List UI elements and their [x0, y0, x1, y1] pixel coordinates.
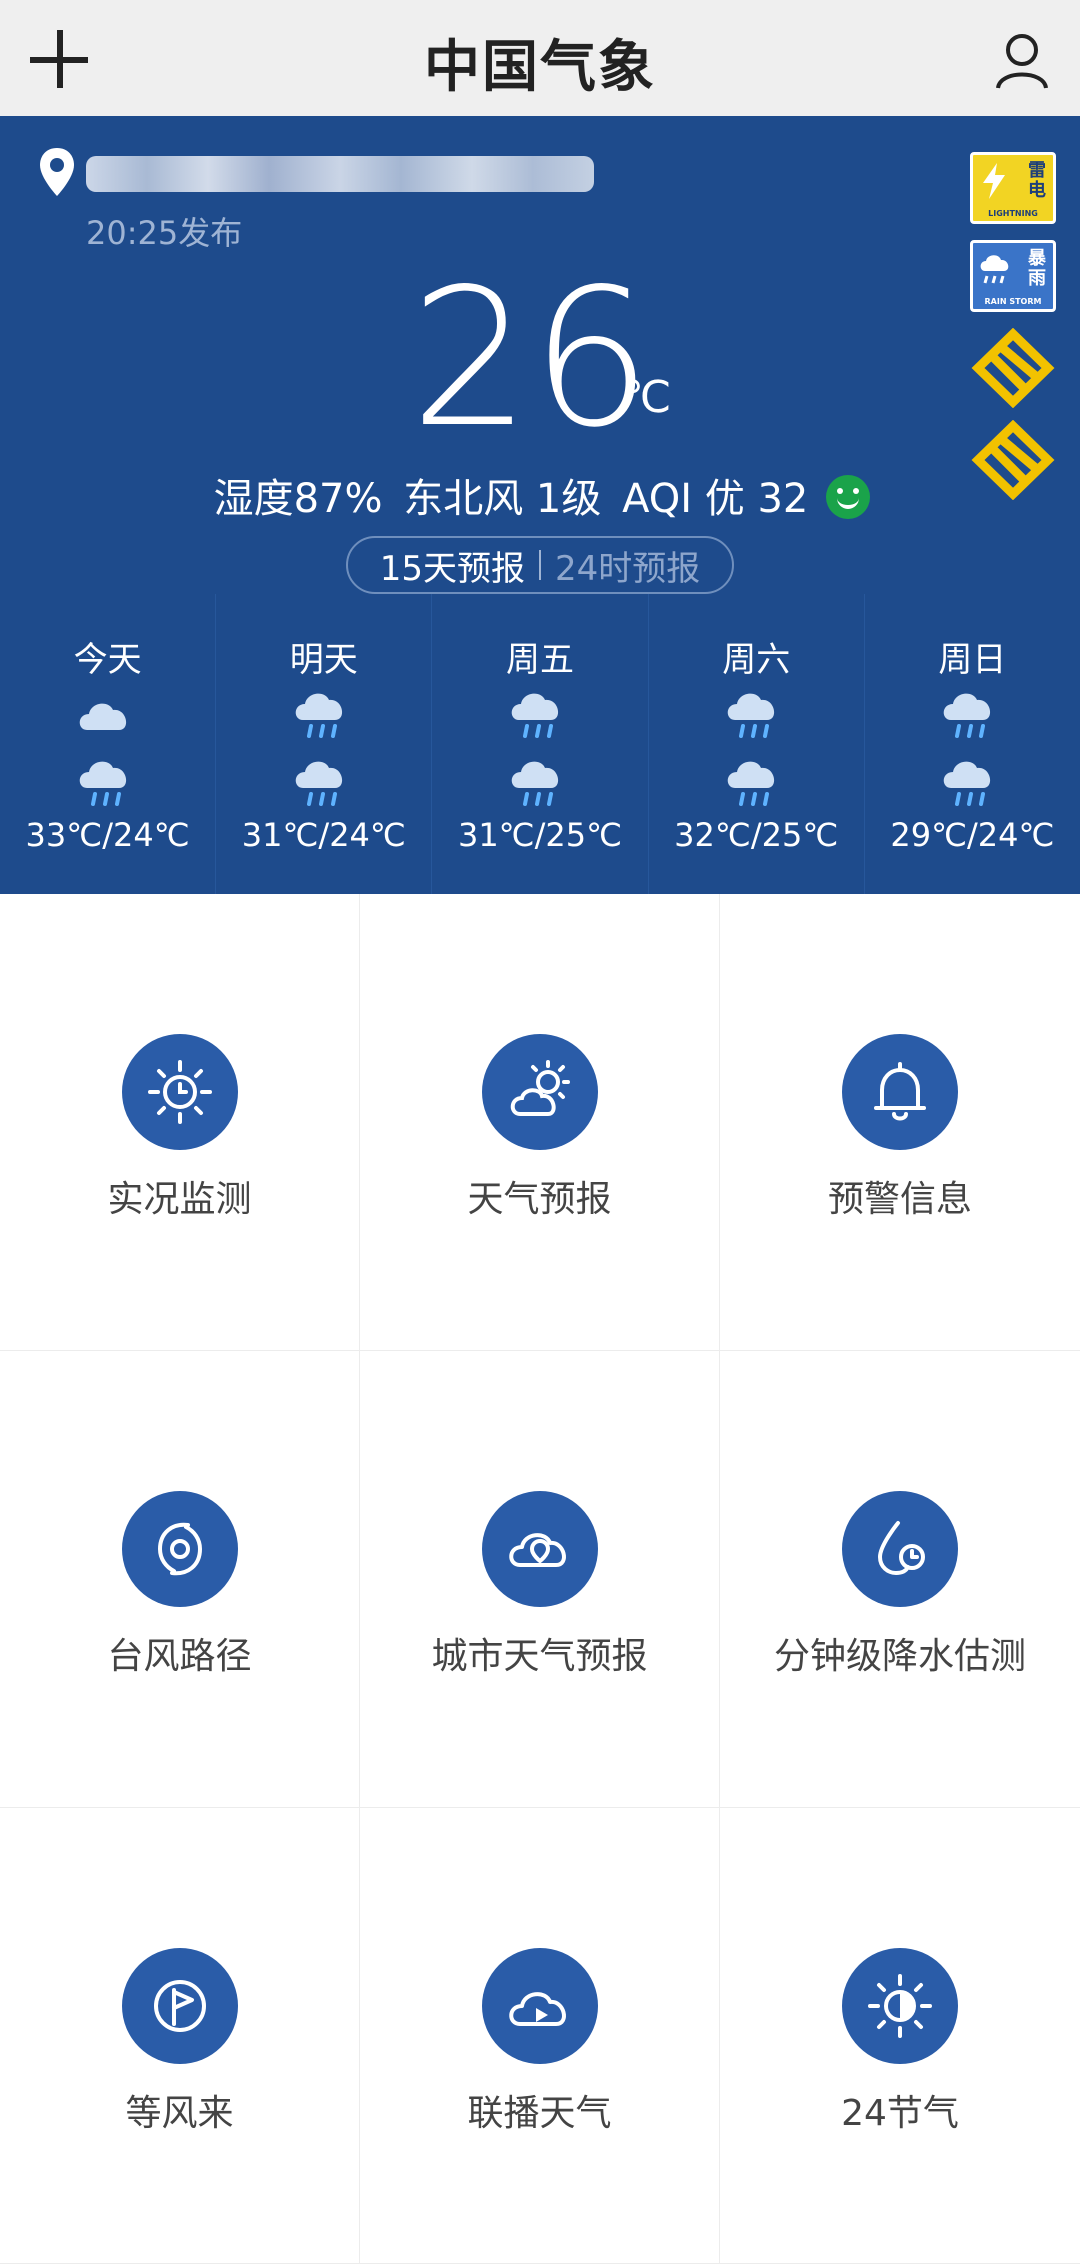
- wind-text: 东北风 1级: [403, 476, 602, 522]
- function-grid: 实况监测 天气预报 预警信息 台风路径 城市天气预报 分钟级降水估测 等风来 联…: [0, 894, 1080, 2264]
- lightning-warning-icon[interactable]: 雷电 LIGHTNING: [970, 152, 1056, 224]
- rain-icon: [295, 693, 342, 738]
- grid-item-city-forecast[interactable]: 城市天气预报: [360, 1351, 720, 1808]
- forecast-tabs: 15天预报 24时预报: [346, 536, 734, 594]
- day-name: 周六: [722, 640, 791, 680]
- forecast-day[interactable]: 今天 33℃/24℃: [0, 594, 217, 894]
- forecast-day[interactable]: 周五 31℃/25℃: [432, 594, 649, 894]
- rain-icon: [511, 693, 559, 738]
- sun-cloud-icon: [482, 1034, 598, 1150]
- tab-divider: [539, 550, 541, 580]
- aqi-smile-icon: [826, 475, 871, 519]
- cloud-location-icon: [482, 1491, 598, 1607]
- user-profile-icon[interactable]: [992, 30, 1052, 90]
- grid-label: 实况监测: [107, 1179, 252, 1220]
- rainstorm-badge-cn: 暴雨: [1028, 248, 1046, 289]
- rain-icon: [727, 693, 775, 738]
- warning-badges: 雷电 LIGHTNING 暴雨 RAIN STORM: [970, 152, 1056, 512]
- daily-forecast-row[interactable]: 今天 33℃/24℃ 明天 31℃/24℃ 周五 31℃/25℃ 周六 32℃/…: [0, 594, 1080, 894]
- aqi-text: AQI 优 32: [622, 476, 809, 522]
- diamond-warning-icon[interactable]: [970, 327, 1056, 409]
- rainstorm-warning-icon[interactable]: 暴雨 RAIN STORM: [970, 240, 1056, 312]
- grid-label: 分钟级降水估测: [773, 1636, 1026, 1677]
- rain-icon: [727, 761, 775, 806]
- bell-icon: [842, 1034, 958, 1150]
- rain-icon: [944, 693, 991, 738]
- flag-icon: [122, 1948, 238, 2064]
- temp-range: 31℃/25℃: [457, 816, 623, 854]
- publish-time: 20:25发布: [86, 214, 243, 252]
- forecast-day[interactable]: 周日 29℃/24℃: [865, 594, 1080, 894]
- app-brand-title: 中国气象: [424, 35, 656, 100]
- sun-clock-icon: [122, 1034, 238, 1150]
- weather-summary: 湿度87% 东北风 1级 AQI 优 32: [0, 466, 1080, 524]
- day-name: 明天: [289, 640, 358, 680]
- grid-label: 等风来: [125, 2093, 234, 2134]
- rain-icon: [944, 761, 991, 806]
- location-name-blurred[interactable]: [86, 156, 594, 192]
- grid-item-minute-precipitation[interactable]: 分钟级降水估测: [720, 1351, 1080, 1808]
- tab-24-hour[interactable]: 24时预报: [555, 541, 700, 590]
- rainstorm-badge-en: RAIN STORM: [984, 297, 1042, 306]
- top-app-bar: 中国气象: [0, 0, 1080, 116]
- current-temperature: 26: [410, 248, 652, 469]
- day-name: 今天: [73, 640, 142, 680]
- forecast-day[interactable]: 明天 31℃/24℃: [216, 594, 433, 894]
- cloudy-icon: [79, 703, 126, 730]
- grid-label: 预警信息: [827, 1179, 972, 1220]
- current-weather-panel: 20:25发布 26 ℃ 湿度87% 东北风 1级 AQI 优 32 15天预报…: [0, 116, 1080, 894]
- lightning-bolt-icon: [983, 163, 1005, 199]
- rain-icon: [295, 761, 342, 806]
- temp-range: 32℃/25℃: [674, 816, 839, 854]
- tab-15-day[interactable]: 15天预报: [380, 541, 525, 590]
- grid-item-wait-wind[interactable]: 等风来: [0, 1808, 360, 2264]
- temp-range: 33℃/24℃: [25, 816, 190, 854]
- location-pin-icon: [40, 148, 74, 196]
- grid-label: 天气预报: [467, 1179, 612, 1220]
- temperature-unit: ℃: [622, 372, 672, 423]
- drop-clock-icon: [842, 1491, 958, 1607]
- lightning-badge-cn: 雷电: [1028, 160, 1046, 201]
- grid-label: 台风路径: [107, 1636, 252, 1677]
- diamond-warning-icon-2[interactable]: [970, 419, 1056, 501]
- cloud-play-icon: [482, 1948, 598, 2064]
- half-sun-icon: [842, 1948, 958, 2064]
- grid-label: 联播天气: [467, 2093, 612, 2134]
- grid-label: 24节气: [841, 2093, 959, 2134]
- grid-label: 城市天气预报: [431, 1636, 648, 1677]
- rain-icon: [511, 761, 559, 806]
- lightning-badge-en: LIGHTNING: [988, 209, 1038, 218]
- typhoon-icon: [122, 1491, 238, 1607]
- grid-item-typhoon-path[interactable]: 台风路径: [0, 1351, 360, 1808]
- day-name: 周五: [506, 640, 574, 680]
- temp-range: 31℃/24℃: [241, 816, 406, 854]
- grid-item-weather-forecast[interactable]: 天气预报: [360, 894, 720, 1351]
- temp-range: 29℃/24℃: [890, 816, 1055, 854]
- forecast-day[interactable]: 周六 32℃/25℃: [649, 594, 865, 894]
- grid-item-live-monitoring[interactable]: 实况监测: [0, 894, 360, 1351]
- grid-item-solar-terms[interactable]: 24节气: [720, 1808, 1080, 2264]
- rain-cloud-icon: [980, 255, 1009, 284]
- grid-item-broadcast-weather[interactable]: 联播天气: [360, 1808, 720, 2264]
- day-name: 周日: [938, 640, 1007, 680]
- grid-item-warning-info[interactable]: 预警信息: [720, 894, 1080, 1351]
- humidity-text: 湿度87%: [213, 476, 383, 522]
- rain-icon: [79, 761, 126, 806]
